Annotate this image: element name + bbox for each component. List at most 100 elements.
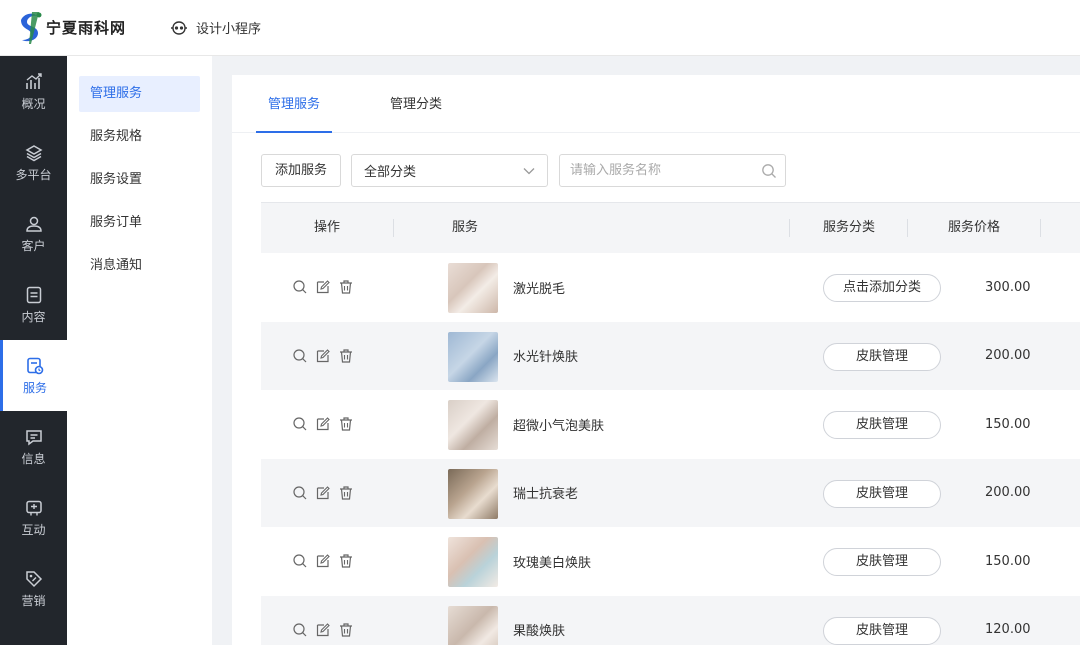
nav-item-message[interactable]: 信息 [0, 411, 67, 482]
nav-item-interaction[interactable]: 互动 [0, 482, 67, 553]
table-row: 激光脱毛 点击添加分类 300.00 [261, 253, 1080, 322]
category-tag-button[interactable]: 皮肤管理 [823, 548, 941, 576]
add-service-button[interactable]: 添加服务 [261, 154, 342, 187]
edit-icon[interactable] [314, 347, 332, 365]
table-row: 水光针焕肤 皮肤管理 200.00 [261, 321, 1080, 391]
category-select-value: 全部分类 [364, 165, 417, 180]
nav-item-marketing[interactable]: 营销 [0, 553, 67, 624]
service-name: 超微小气泡美肤 [513, 418, 605, 434]
category-tag-button[interactable]: 皮肤管理 [823, 479, 941, 508]
col-service: 服务 [452, 220, 479, 235]
category-tag-button[interactable]: 点击添加分类 [823, 274, 941, 302]
col-ops: 操作 [314, 220, 341, 235]
col-category: 服务分类 [823, 220, 876, 235]
submenu-item-service-spec[interactable]: 服务规格 [79, 119, 200, 155]
document-icon [26, 286, 41, 303]
service-submenu: 管理服务 服务规格 服务设置 服务订单 消息通知 [67, 56, 212, 645]
col-divider [789, 219, 790, 237]
view-icon[interactable] [291, 552, 309, 570]
interaction-icon [25, 500, 42, 515]
view-icon[interactable] [291, 347, 309, 365]
view-icon[interactable] [291, 484, 309, 502]
view-icon[interactable] [291, 621, 309, 639]
service-price: 200.00 [985, 485, 1031, 501]
layers-icon [24, 144, 43, 161]
row-actions [291, 527, 355, 596]
service-name: 激光脱毛 [513, 281, 566, 297]
edit-icon[interactable] [314, 415, 332, 433]
search-icon[interactable] [761, 163, 777, 179]
table-header: 操作 服务 服务分类 服务价格 [261, 203, 1080, 253]
nav-label: 内容 [21, 309, 46, 324]
service-thumbnail [448, 468, 498, 519]
col-divider [393, 219, 394, 237]
row-actions [291, 390, 355, 459]
col-divider [1040, 219, 1041, 237]
brand-name: 宁夏雨科网 [46, 19, 127, 37]
col-price: 服务价格 [948, 220, 1001, 235]
nav-item-customer[interactable]: 客户 [0, 198, 67, 269]
main-nav: 概况 多平台 客户 内容 服务 信息 互动 营销 [0, 56, 67, 645]
tag-icon [25, 570, 42, 587]
submenu-item-service-settings[interactable]: 服务设置 [79, 162, 200, 198]
delete-icon[interactable] [337, 347, 355, 365]
nav-item-multiplatform[interactable]: 多平台 [0, 127, 67, 198]
nav-label: 互动 [21, 522, 46, 537]
table-body: 激光脱毛 点击添加分类 300.00 水光针焕肤 皮肤管理 200.00 超微小… [261, 253, 1080, 645]
table-row: 瑞士抗衰老 皮肤管理 200.00 [261, 458, 1080, 527]
service-table: 操作 服务 服务分类 服务价格 激光脱毛 点击添加分类 300.00 水光针焕肤… [261, 202, 1080, 645]
service-thumbnail [448, 400, 498, 450]
service-price: 200.00 [985, 348, 1031, 364]
edit-icon[interactable] [314, 484, 332, 502]
nav-item-overview[interactable]: 概况 [0, 56, 67, 127]
overview-chart-icon [25, 72, 42, 89]
edit-icon[interactable] [314, 621, 332, 639]
search-input[interactable] [570, 163, 751, 178]
row-actions [291, 253, 355, 322]
category-select[interactable]: 全部分类 [351, 154, 549, 187]
category-tag-button[interactable]: 皮肤管理 [823, 616, 941, 645]
row-actions [291, 322, 355, 391]
delete-icon[interactable] [337, 278, 355, 296]
delete-icon[interactable] [337, 415, 355, 433]
service-thumbnail [448, 263, 498, 313]
brand-logo[interactable]: 宁夏雨科网 [18, 10, 126, 46]
tab-manage-service[interactable]: 管理服务 [256, 74, 333, 133]
nav-item-service[interactable]: 服务 [0, 340, 67, 411]
submenu-item-service-orders[interactable]: 服务订单 [79, 205, 200, 241]
nav-label: 服务 [22, 380, 47, 395]
service-name: 玫瑰美白焕肤 [513, 555, 592, 571]
nav-label: 概况 [21, 96, 46, 111]
toolbar: 添加服务 全部分类 [261, 154, 787, 187]
category-tag-button[interactable]: 皮肤管理 [823, 342, 941, 371]
service-thumbnail [448, 331, 498, 382]
service-icon [27, 357, 44, 374]
edit-icon[interactable] [314, 278, 332, 296]
table-row: 玫瑰美白焕肤 皮肤管理 150.00 [261, 527, 1080, 596]
service-price: 150.00 [985, 416, 1031, 432]
category-tag-button[interactable]: 皮肤管理 [823, 411, 941, 439]
user-icon [25, 216, 42, 232]
nav-label: 客户 [21, 238, 46, 253]
edit-icon[interactable] [314, 552, 332, 570]
service-name: 果酸焕肤 [513, 624, 566, 640]
delete-icon[interactable] [337, 621, 355, 639]
design-miniprogram-link[interactable]: 设计小程序 [170, 18, 261, 37]
submenu-item-manage-service[interactable]: 管理服务 [79, 76, 200, 112]
design-icon [171, 20, 188, 35]
nav-item-content[interactable]: 内容 [0, 269, 67, 340]
tab-manage-category[interactable]: 管理分类 [378, 74, 454, 132]
view-icon[interactable] [291, 415, 309, 433]
view-icon[interactable] [291, 278, 309, 296]
delete-icon[interactable] [337, 552, 355, 570]
table-row: 超微小气泡美肤 皮肤管理 150.00 [261, 390, 1080, 459]
service-price: 120.00 [985, 622, 1031, 638]
row-actions [291, 596, 355, 645]
delete-icon[interactable] [337, 484, 355, 502]
service-price: 300.00 [985, 279, 1031, 295]
service-price: 150.00 [985, 553, 1031, 569]
submenu-item-notifications[interactable]: 消息通知 [79, 248, 200, 284]
nav-label: 营销 [21, 593, 46, 608]
top-bar: 宁夏雨科网 设计小程序 [0, 0, 1080, 56]
nav-label: 多平台 [15, 167, 52, 182]
